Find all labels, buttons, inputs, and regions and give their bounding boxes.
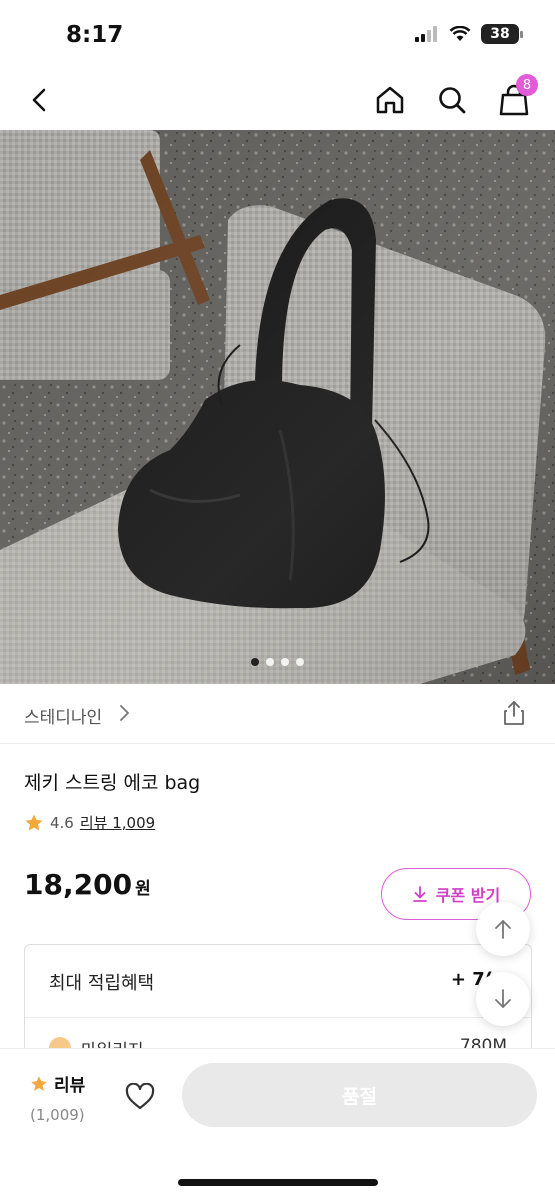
status-time: 8:17 bbox=[66, 22, 124, 48]
scroll-up-button[interactable] bbox=[476, 902, 530, 956]
heart-icon bbox=[125, 1083, 155, 1110]
back-button[interactable] bbox=[18, 78, 62, 122]
price-row: 18,200 원 bbox=[24, 868, 151, 901]
brand-row: 스테디나인 bbox=[0, 684, 555, 744]
scroll-down-button[interactable] bbox=[476, 972, 530, 1026]
rating-value: 4.6 bbox=[50, 813, 74, 832]
star-icon bbox=[25, 814, 43, 831]
wishlist-button[interactable] bbox=[118, 1075, 162, 1119]
product-title: 제키 스트링 에코 bag bbox=[24, 772, 201, 794]
share-icon bbox=[504, 701, 524, 725]
bottom-action-bar: 리뷰 (1,009) 품절 bbox=[0, 1048, 555, 1200]
review-label: 리뷰 bbox=[54, 1076, 86, 1096]
price-currency: 원 bbox=[135, 879, 151, 899]
benefit-header: 최대 적립혜택 bbox=[49, 973, 155, 994]
wifi-icon bbox=[449, 26, 471, 41]
home-indicator bbox=[178, 1179, 378, 1186]
divider bbox=[25, 1017, 531, 1018]
battery-indicator: 38 bbox=[481, 24, 523, 44]
rating-row: 4.6 리뷰 1,009 bbox=[24, 812, 155, 833]
review-count-link[interactable]: 리뷰 1,009 bbox=[80, 812, 155, 833]
coupon-label: 쿠폰 받기 bbox=[435, 886, 501, 905]
status-bar: 8:17 38 bbox=[0, 0, 555, 70]
chevron-right-icon bbox=[120, 705, 129, 721]
share-button[interactable] bbox=[499, 698, 529, 728]
download-arrow-icon bbox=[412, 886, 427, 902]
star-icon bbox=[31, 1075, 47, 1091]
status-icons: 38 bbox=[415, 24, 523, 44]
gallery-dot[interactable] bbox=[296, 658, 304, 666]
search-icon bbox=[439, 87, 466, 114]
sold-out-button[interactable]: 품절 bbox=[182, 1063, 537, 1127]
home-icon bbox=[376, 86, 404, 114]
price-value: 18,200 bbox=[24, 868, 133, 901]
home-button[interactable] bbox=[368, 78, 412, 122]
review-label-row: 리뷰 bbox=[30, 1071, 85, 1096]
search-button[interactable] bbox=[430, 78, 474, 122]
gallery-dot[interactable] bbox=[251, 658, 259, 666]
signal-icon bbox=[415, 26, 437, 42]
top-nav-bar: 8 bbox=[0, 70, 555, 130]
gallery-pagination bbox=[0, 658, 555, 666]
product-photo bbox=[0, 130, 555, 684]
brand-link[interactable]: 스테디나인 bbox=[24, 703, 102, 728]
chevron-left-icon bbox=[32, 88, 46, 112]
cart-button[interactable]: 8 bbox=[492, 74, 538, 122]
gallery-dot[interactable] bbox=[266, 658, 274, 666]
arrow-up-icon bbox=[495, 920, 511, 939]
review-summary-button[interactable]: 리뷰 (1,009) bbox=[30, 1071, 85, 1124]
review-count: (1,009) bbox=[30, 1106, 85, 1124]
arrow-down-icon bbox=[495, 989, 511, 1008]
product-image-gallery[interactable] bbox=[0, 130, 555, 684]
cart-count-badge: 8 bbox=[516, 74, 538, 96]
battery-level: 38 bbox=[490, 26, 510, 42]
gallery-dot[interactable] bbox=[281, 658, 289, 666]
